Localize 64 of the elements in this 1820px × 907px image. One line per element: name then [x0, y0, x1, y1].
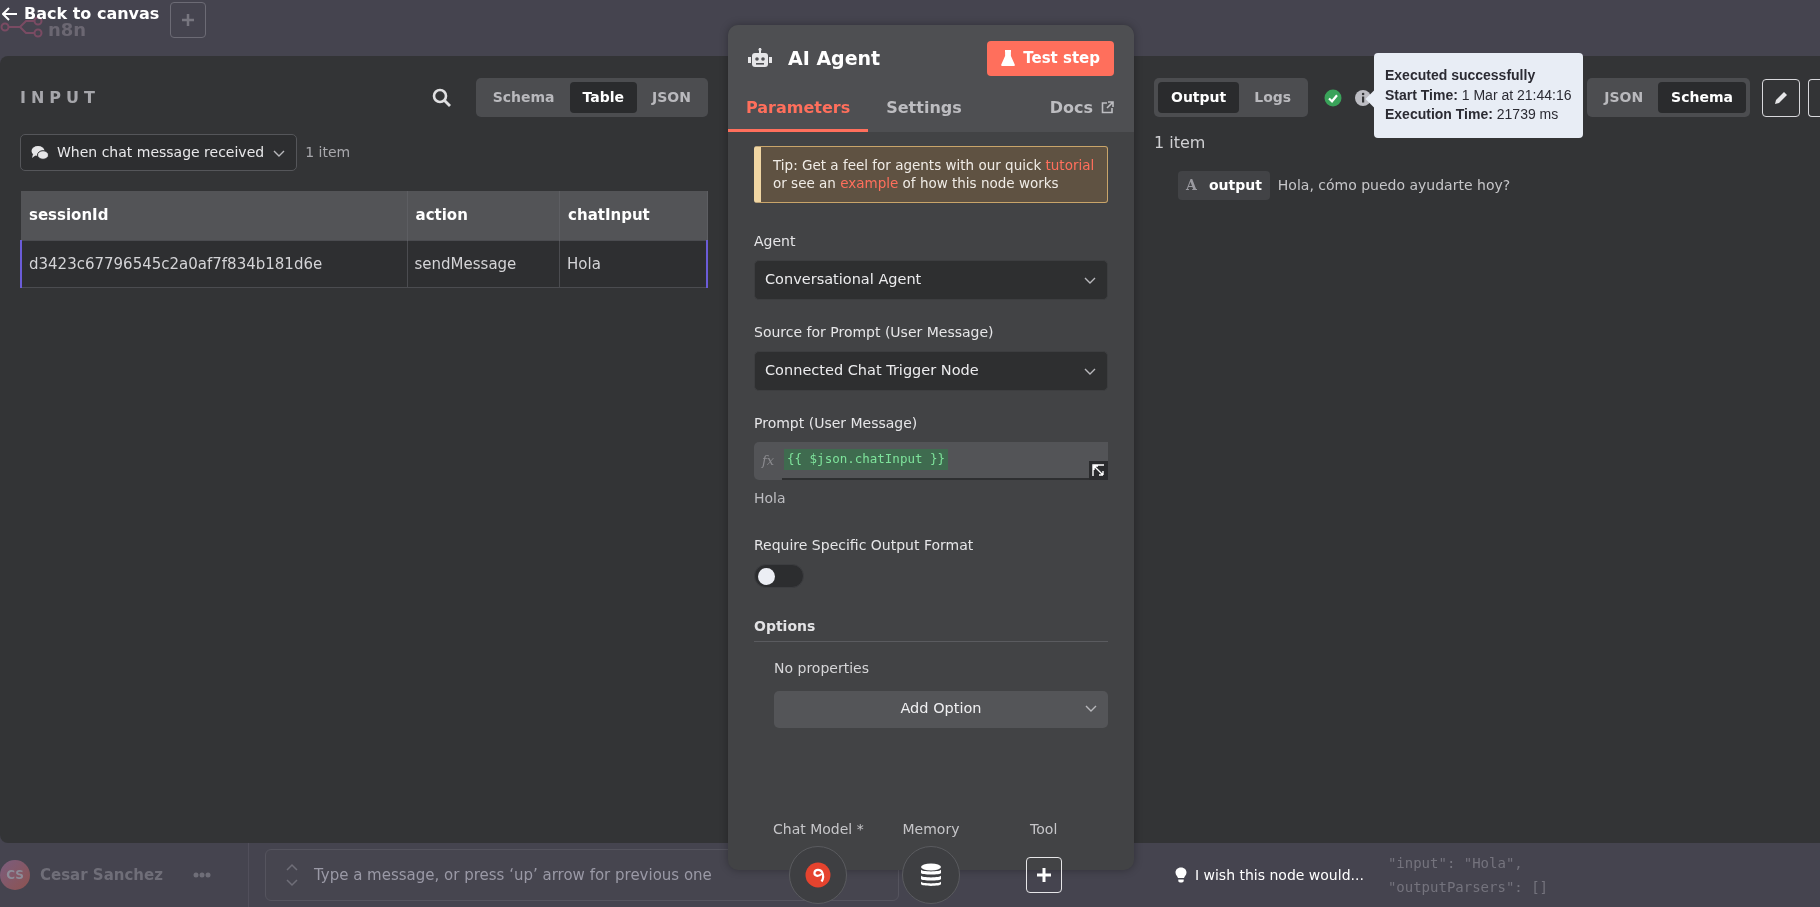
mode-tab[interactable]: Logs [1241, 82, 1305, 113]
lightbulb-icon [1174, 867, 1187, 883]
robot-icon [748, 48, 772, 69]
user-avatar: CS [0, 860, 30, 890]
add-option-button[interactable]: Add Option [774, 690, 1108, 728]
docs-link[interactable]: Docs [1029, 85, 1134, 132]
tip-text: Tip: Get a feel for agents with our quick tutorial or see an example of how this node works [754, 145, 1108, 204]
mode-tab[interactable]: Output [1158, 82, 1240, 113]
column-header: action [407, 191, 560, 240]
node-title: AI Agent [788, 46, 881, 71]
settings-tab[interactable]: Parameters [728, 85, 869, 132]
add-tool-button[interactable] [1025, 857, 1062, 893]
connector-label: Chat Model * [773, 820, 864, 839]
view-tab[interactable]: JSON [639, 82, 704, 113]
feedback-link[interactable]: I wish this node would... [1174, 864, 1364, 886]
table-cell: d3423c67796545c2a0af7f834b181d6e [21, 240, 408, 288]
search-icon[interactable] [431, 87, 452, 108]
chat-icon [31, 144, 49, 161]
model-icon [805, 862, 832, 888]
section-title: Options [754, 615, 1108, 642]
column-header: sessionId [21, 191, 408, 240]
tip-link[interactable]: tutorial [1045, 156, 1095, 173]
database-icon [920, 863, 942, 887]
empty-text: No properties [774, 658, 870, 678]
message-placeholder: Type a message, or press ‘up’ arrow for previous one [313, 864, 712, 886]
view-tab[interactable]: Table [569, 82, 638, 113]
column-header: chatInput [559, 191, 707, 240]
edit-button[interactable] [1762, 78, 1800, 117]
expression-preview: Hola [754, 488, 787, 508]
tip-link[interactable]: example [840, 175, 899, 192]
plus-icon [180, 12, 196, 28]
select-field[interactable]: Connected Chat Trigger Node [754, 351, 1108, 391]
tooltip-title: Executed successfully [1385, 66, 1537, 85]
resize-icon[interactable] [1092, 463, 1105, 477]
back-arrow-icon [2, 6, 18, 22]
select-field[interactable]: Conversational Agent [754, 260, 1108, 301]
tooltip-line: Execution Time: 21739 ms [1385, 105, 1560, 125]
test-step-button[interactable]: Test step [987, 41, 1114, 76]
field-label: Prompt (User Message) [754, 413, 919, 433]
field-label: Require Specific Output Format [754, 535, 975, 555]
field-value: Hola, cómo puedo ayudarte hoy? [1277, 176, 1511, 195]
view-tab[interactable]: JSON [1591, 82, 1657, 113]
item-count: 1 item [305, 143, 351, 162]
table-cell: Hola [559, 240, 707, 288]
toggle-switch[interactable] [754, 563, 804, 588]
connector-label: Tool [1030, 820, 1058, 839]
external-link-icon [1101, 101, 1114, 114]
expression-code: {{ $json.chatInput }} [784, 449, 949, 471]
field-label: Agent [754, 232, 797, 252]
view-tab[interactable]: Schema [479, 82, 568, 113]
back-link[interactable]: Back to canvas [2, 2, 160, 26]
panel-title: INPUT [20, 86, 100, 109]
node-select[interactable]: When chat message received [20, 134, 298, 171]
flask-icon [1001, 50, 1016, 67]
field-name: output [1208, 176, 1262, 195]
plus-icon [1034, 866, 1053, 884]
item-count: 1 item [1154, 132, 1206, 154]
tooltip-line: Start Time: 1 Mar at 21:44:16 [1385, 85, 1572, 105]
settings-tab[interactable]: Settings [868, 85, 980, 132]
type-label: A [1186, 176, 1197, 195]
table-cell: sendMessage [407, 240, 560, 288]
connector-label: Memory [902, 820, 960, 839]
field-label: Source for Prompt (User Message) [754, 323, 995, 343]
view-tab[interactable]: Schema [1658, 82, 1746, 113]
